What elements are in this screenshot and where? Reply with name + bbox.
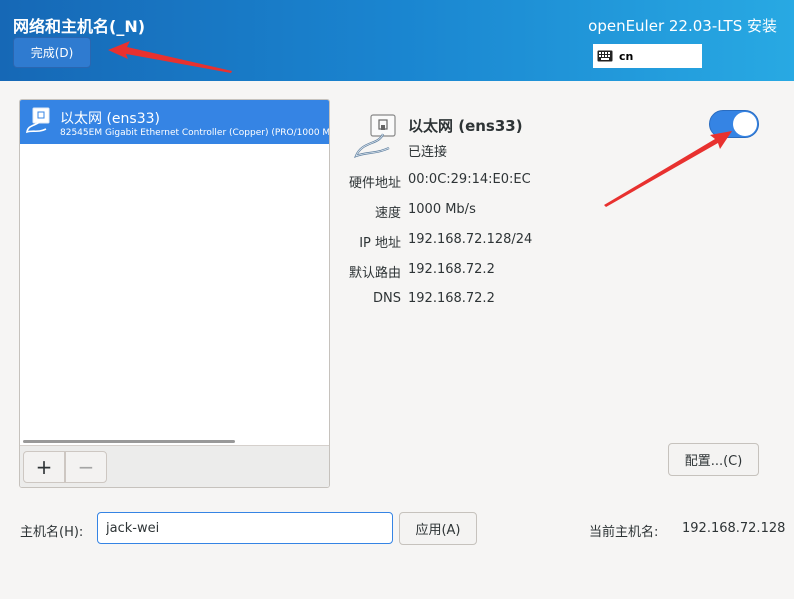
current-hostname-value: 192.168.72.128 — [682, 521, 786, 536]
default-route-value: 192.168.72.2 — [408, 262, 495, 277]
speed-label: 速度 — [374, 206, 401, 221]
ethernet-icon — [26, 107, 50, 134]
dns-label: DNS — [373, 291, 401, 306]
device-description: 82545EM Gigabit Ethernet Controller (Cop… — [60, 128, 329, 138]
ip-address-value: 192.168.72.128/24 — [408, 232, 533, 247]
device-list-toolbar: + − — [20, 445, 329, 487]
horizontal-scrollbar[interactable] — [23, 440, 235, 443]
keyboard-icon — [597, 50, 613, 62]
current-hostname-label: 当前主机名: — [589, 525, 659, 540]
add-device-button[interactable]: + — [23, 451, 65, 483]
network-device-list: 以太网 (ens33) 82545EM Gigabit Ethernet Con… — [19, 99, 330, 488]
connection-status: 已连接 — [408, 145, 448, 160]
hostname-label: 主机名(H): — [20, 525, 84, 540]
device-enable-switch[interactable] — [709, 110, 759, 138]
default-route-label: 默认路由 — [348, 266, 401, 281]
keyboard-layout-indicator[interactable]: cn — [593, 44, 702, 68]
plus-icon: + — [35, 455, 53, 479]
device-title: 以太网 (ens33) — [408, 117, 523, 135]
annotation-arrow-switch — [604, 131, 732, 207]
keyboard-layout-label: cn — [619, 49, 634, 63]
speed-value: 1000 Mb/s — [408, 202, 476, 217]
apply-hostname-button[interactable]: 应用(A) — [399, 512, 477, 545]
product-title: openEuler 22.03-LTS 安装 — [588, 17, 777, 35]
dns-value: 192.168.72.2 — [408, 291, 495, 306]
done-button[interactable]: 完成(D) — [13, 37, 91, 68]
device-name: 以太网 (ens33) — [60, 111, 160, 127]
configure-button[interactable]: 配置...(C) — [668, 443, 759, 476]
page-title: 网络和主机名(_N) — [13, 17, 146, 36]
ip-address-label: IP 地址 — [359, 236, 401, 251]
hostname-input[interactable] — [97, 512, 393, 544]
header-bar: 网络和主机名(_N) 完成(D) openEuler 22.03-LTS 安装 … — [0, 0, 794, 81]
hardware-address-label: 硬件地址 — [348, 176, 401, 191]
switch-knob — [733, 112, 757, 136]
device-list-item[interactable]: 以太网 (ens33) 82545EM Gigabit Ethernet Con… — [20, 100, 329, 144]
ethernet-device-icon — [354, 114, 396, 158]
hardware-address-value: 00:0C:29:14:E0:EC — [408, 172, 531, 187]
minus-icon: − — [77, 455, 95, 479]
remove-device-button[interactable]: − — [65, 451, 107, 483]
